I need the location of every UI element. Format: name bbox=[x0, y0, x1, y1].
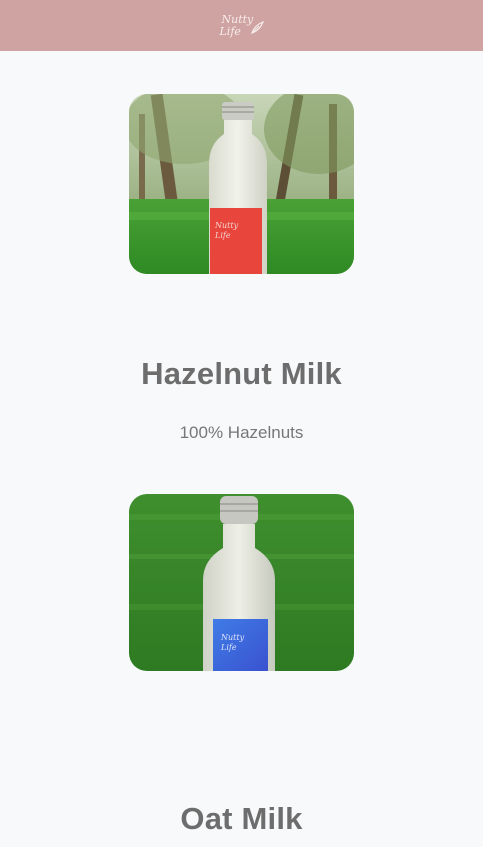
product-description-hazelnut-milk: 100% Hazelnuts bbox=[179, 423, 304, 442]
logo-text-line1: Nutty bbox=[221, 12, 254, 26]
product-title-hazelnut-milk: Hazelnut Milk bbox=[141, 356, 342, 391]
svg-text:Life: Life bbox=[214, 231, 231, 240]
bottle-label-text-2: Nutty bbox=[220, 633, 245, 642]
product-image-oat-milk[interactable]: Nutty Life bbox=[129, 494, 354, 671]
product-image-hazelnut-milk[interactable]: Nutty Life bbox=[129, 94, 354, 274]
svg-text:Life: Life bbox=[220, 643, 237, 652]
logo-text-line2: Life bbox=[219, 24, 241, 38]
hazelnut-milk-bottle-photo: Nutty Life bbox=[129, 94, 354, 274]
top-header-bar: Nutty Life bbox=[0, 0, 483, 51]
oat-milk-bottle-photo: Nutty Life bbox=[129, 494, 354, 671]
bottle-label-text: Nutty bbox=[214, 221, 239, 230]
brand-logo[interactable]: Nutty Life bbox=[220, 11, 264, 41]
leaf-icon bbox=[250, 20, 264, 34]
product-title-oat-milk: Oat Milk bbox=[180, 801, 303, 836]
